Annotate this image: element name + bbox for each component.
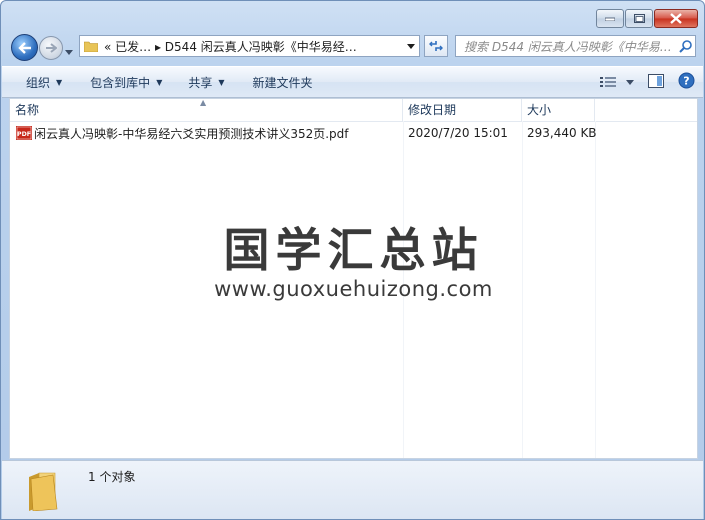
chevron-down-icon: ▼ — [218, 77, 225, 87]
details-pane: 1 个对象 — [2, 460, 703, 519]
column-size[interactable]: 大小 — [522, 99, 595, 121]
svg-text:?: ? — [683, 75, 689, 88]
chevron-down-icon: ▼ — [156, 77, 163, 87]
organize-label: 组织 — [26, 75, 51, 90]
close-button[interactable] — [654, 9, 698, 28]
view-controls: ? — [600, 70, 695, 94]
minimize-button[interactable] — [596, 9, 624, 28]
column-size-label: 大小 — [527, 103, 552, 117]
chevron-down-icon — [626, 79, 634, 85]
change-view-button[interactable] — [600, 76, 634, 88]
new-folder-button[interactable]: 新建文件夹 — [243, 70, 323, 94]
minimize-icon — [605, 17, 615, 21]
table-row[interactable]: PDF 闲云真人冯映彰-中华易经六爻实用预测技术讲义352页.pdf 2020/… — [10, 123, 697, 143]
watermark-title: 国学汇总站 — [223, 223, 484, 277]
folder-icon — [84, 41, 98, 52]
file-size: 293,440 KB — [527, 126, 597, 140]
preview-pane-icon — [648, 73, 664, 88]
magnifier-icon — [678, 39, 692, 53]
svg-text:PDF: PDF — [17, 131, 31, 138]
forward-button[interactable] — [39, 36, 63, 60]
maximize-icon — [633, 14, 645, 23]
include-in-library-label: 包含到库中 — [90, 75, 151, 90]
close-icon — [670, 13, 682, 24]
address-bar[interactable]: « 已发… ▸ D544 闲云真人冯映彰《中华易经… — [79, 35, 420, 57]
chevron-down-icon — [407, 43, 415, 49]
folder-icon — [29, 472, 58, 511]
maximize-button[interactable] — [625, 9, 653, 28]
refresh-button[interactable] — [424, 35, 448, 57]
arrow-right-icon — [46, 43, 57, 53]
column-name-label: 名称 — [15, 103, 40, 117]
file-name-cell[interactable]: PDF 闲云真人冯映彰-中华易经六爻实用预测技术讲义352页.pdf — [10, 125, 403, 142]
search-placeholder: 搜索 D544 闲云真人冯映彰《中华易… — [464, 39, 672, 54]
breadcrumb[interactable]: « 已发… ▸ D544 闲云真人冯映彰《中华易经… — [104, 38, 403, 55]
column-date-modified[interactable]: 修改日期 — [403, 99, 522, 121]
command-bar: 组织 ▼ 包含到库中 ▼ 共享 ▼ 新建文件夹 ? — [2, 66, 703, 98]
share-label: 共享 — [188, 75, 213, 90]
share-menu[interactable]: 共享 ▼ — [178, 70, 234, 94]
help-button[interactable]: ? — [678, 72, 695, 92]
include-in-library-menu[interactable]: 包含到库中 ▼ — [80, 70, 172, 94]
arrow-left-icon — [17, 41, 31, 54]
column-date-modified-label: 修改日期 — [408, 103, 457, 117]
new-folder-label: 新建文件夹 — [252, 75, 313, 90]
explorer-window: « 已发… ▸ D544 闲云真人冯映彰《中华易经… 搜索 D544 闲云真人冯… — [0, 0, 705, 520]
address-dropdown[interactable] — [403, 43, 419, 49]
back-button[interactable] — [11, 34, 38, 61]
recent-pages-dropdown[interactable] — [65, 44, 73, 58]
chevron-down-icon: ▼ — [56, 77, 63, 87]
chevron-down-icon — [65, 50, 73, 55]
view-list-icon — [600, 77, 616, 87]
column-name[interactable]: ▲ 名称 — [10, 99, 403, 121]
refresh-icon — [429, 41, 443, 51]
organize-menu[interactable]: 组织 ▼ — [16, 70, 72, 94]
file-date-modified: 2020/7/20 15:01 — [408, 126, 508, 140]
watermark-url: www.guoxuehuizong.com — [214, 277, 493, 301]
search-icon[interactable] — [675, 39, 695, 53]
help-icon: ? — [678, 72, 695, 89]
pdf-icon: PDF — [16, 126, 32, 140]
file-name: 闲云真人冯映彰-中华易经六爻实用预测技术讲义352页.pdf — [34, 126, 349, 141]
sort-ascending-icon: ▲ — [200, 98, 207, 107]
column-headers: ▲ 名称 修改日期 大小 — [10, 99, 697, 122]
item-count: 1 个对象 — [88, 470, 136, 484]
preview-pane-button[interactable] — [648, 73, 664, 91]
search-box[interactable]: 搜索 D544 闲云真人冯映彰《中华易… — [455, 35, 696, 57]
caption-buttons — [596, 9, 698, 28]
